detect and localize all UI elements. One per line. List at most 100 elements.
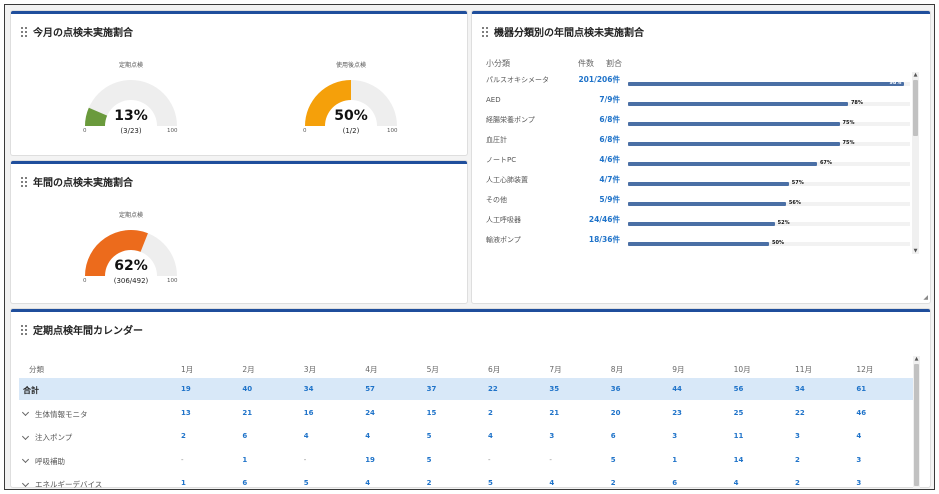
- scroll-up-icon[interactable]: ▲: [912, 72, 919, 78]
- calendar-cell[interactable]: 57: [365, 385, 375, 393]
- calendar-cell[interactable]: 20: [611, 409, 621, 417]
- scroll-up-icon[interactable]: ▲: [913, 356, 920, 362]
- scroll-thumb[interactable]: [913, 80, 918, 136]
- scroll-thumb[interactable]: [914, 364, 919, 486]
- calendar-cell[interactable]: 6: [611, 432, 616, 440]
- calendar-cell[interactable]: 6: [242, 432, 247, 440]
- calendar-cell[interactable]: 11: [734, 432, 744, 440]
- category-row[interactable]: 血圧計 6/8件 75%: [486, 132, 916, 152]
- calendar-row-label[interactable]: エネルギーデバイス: [21, 479, 102, 490]
- calendar-row-label[interactable]: 呼吸補助: [21, 455, 65, 467]
- calendar-cell[interactable]: 22: [488, 385, 498, 393]
- calendar-cell[interactable]: 5: [611, 456, 616, 464]
- calendar-cell[interactable]: 4: [856, 432, 861, 440]
- calendar-cell[interactable]: 56: [734, 385, 744, 393]
- category-count-link[interactable]: 4/6件: [558, 155, 620, 165]
- calendar-cell[interactable]: 1: [672, 456, 677, 464]
- calendar-cell[interactable]: 5: [488, 479, 493, 487]
- calendar-cell[interactable]: 14: [734, 456, 744, 464]
- category-count-link[interactable]: 5/9件: [558, 195, 620, 205]
- calendar-cell[interactable]: 22: [795, 409, 805, 417]
- calendar-cell[interactable]: 25: [734, 409, 744, 417]
- chevron-down-icon[interactable]: [21, 455, 30, 464]
- calendar-cell[interactable]: 4: [304, 432, 309, 440]
- calendar-row-label[interactable]: 注入ポンプ: [21, 432, 72, 443]
- category-row[interactable]: その他 5/9件 56%: [486, 192, 916, 212]
- calendar-cell[interactable]: 1: [242, 456, 247, 464]
- category-scrollbar[interactable]: ▲ ▼: [912, 72, 919, 254]
- calendar-cell[interactable]: 3: [672, 432, 677, 440]
- calendar-cell[interactable]: 46: [856, 409, 866, 417]
- calendar-cell[interactable]: 4: [365, 432, 370, 440]
- calendar-cell[interactable]: 2: [488, 409, 493, 417]
- category-count-link[interactable]: 7/9件: [558, 95, 620, 105]
- calendar-cell[interactable]: 6: [242, 479, 247, 487]
- category-row[interactable]: 輸液ポンプ 18/36件 50%: [486, 232, 916, 252]
- calendar-row-label[interactable]: 生体情報モニタ: [21, 408, 88, 420]
- category-count-link[interactable]: 201/206件: [558, 75, 620, 85]
- drag-handle-icon[interactable]: [21, 26, 27, 37]
- calendar-cell[interactable]: 44: [672, 385, 682, 393]
- drag-handle-icon[interactable]: [21, 176, 27, 187]
- category-row[interactable]: 人工心肺装置 4/7件 57%: [486, 172, 916, 192]
- category-count-link[interactable]: 6/8件: [558, 115, 620, 125]
- calendar-cell[interactable]: 19: [181, 385, 191, 393]
- calendar-cell[interactable]: 4: [734, 479, 739, 487]
- calendar-cell[interactable]: 2: [795, 479, 800, 487]
- category-row[interactable]: AED 7/9件 78%: [486, 92, 916, 112]
- calendar-cell[interactable]: 21: [549, 409, 559, 417]
- calendar-cell[interactable]: 34: [795, 385, 805, 393]
- calendar-cell[interactable]: 35: [549, 385, 559, 393]
- resize-handle-icon[interactable]: ◢: [923, 294, 928, 301]
- category-row[interactable]: 人工呼吸器 24/46件 52%: [486, 212, 916, 232]
- calendar-scrollbar[interactable]: ▲: [913, 356, 920, 488]
- category-row[interactable]: ノートPC 4/6件 67%: [486, 152, 916, 172]
- calendar-cell[interactable]: 1: [181, 479, 186, 487]
- calendar-cell[interactable]: 3: [856, 479, 861, 487]
- category-count-link[interactable]: 18/36件: [558, 235, 620, 245]
- category-count-link[interactable]: 4/7件: [558, 175, 620, 185]
- drag-handle-icon[interactable]: [482, 26, 488, 37]
- calendar-cell[interactable]: 36: [611, 385, 621, 393]
- calendar-cell[interactable]: 2: [181, 432, 186, 440]
- calendar-category-row[interactable]: 呼吸補助 - 1 - 19 5 - - 5 1 14 2 3: [19, 449, 915, 471]
- calendar-cell[interactable]: 2: [427, 479, 432, 487]
- category-count-link[interactable]: 24/46件: [558, 215, 620, 225]
- chevron-down-icon[interactable]: [21, 479, 30, 487]
- calendar-cell[interactable]: 4: [365, 479, 370, 487]
- calendar-cell[interactable]: 37: [427, 385, 437, 393]
- category-count-link[interactable]: 6/8件: [558, 135, 620, 145]
- calendar-cell[interactable]: 34: [304, 385, 314, 393]
- calendar-cell[interactable]: 2: [795, 456, 800, 464]
- calendar-cell[interactable]: 21: [242, 409, 252, 417]
- column-header-count[interactable]: 件数: [578, 58, 594, 69]
- scroll-down-icon[interactable]: ▼: [912, 248, 919, 254]
- calendar-cell[interactable]: 3: [856, 456, 861, 464]
- calendar-cell[interactable]: 19: [365, 456, 375, 464]
- calendar-category-row[interactable]: 注入ポンプ 2 6 4 4 5 4 3 6 3 11 3 4: [19, 425, 915, 447]
- calendar-cell[interactable]: 15: [427, 409, 437, 417]
- category-row[interactable]: 経腸栄養ポンプ 6/8件 75%: [486, 112, 916, 132]
- calendar-cell[interactable]: 3: [795, 432, 800, 440]
- column-header-ratio[interactable]: 割合: [606, 58, 622, 69]
- calendar-cell[interactable]: 3: [549, 432, 554, 440]
- calendar-cell[interactable]: 40: [242, 385, 252, 393]
- chevron-down-icon[interactable]: [21, 408, 30, 417]
- calendar-category-row[interactable]: 生体情報モニタ 13 21 16 24 15 2 21 20 23 25 22 46: [19, 402, 915, 424]
- column-header-subcategory[interactable]: 小分類: [486, 58, 510, 69]
- calendar-cell[interactable]: 5: [304, 479, 309, 487]
- calendar-cell[interactable]: 4: [549, 479, 554, 487]
- calendar-cell[interactable]: 13: [181, 409, 191, 417]
- calendar-cell[interactable]: 5: [427, 432, 432, 440]
- calendar-category-row[interactable]: エネルギーデバイス 1 6 5 4 2 5 4 2 6 4 2 3: [19, 472, 915, 494]
- calendar-cell[interactable]: 16: [304, 409, 314, 417]
- calendar-cell[interactable]: 61: [856, 385, 866, 393]
- calendar-cell[interactable]: 4: [488, 432, 493, 440]
- calendar-cell[interactable]: 2: [611, 479, 616, 487]
- category-row[interactable]: パルスオキシメータ 201/206件 98%: [486, 72, 916, 92]
- chevron-down-icon[interactable]: [21, 432, 30, 440]
- calendar-cell[interactable]: 23: [672, 409, 682, 417]
- calendar-cell[interactable]: 6: [672, 479, 677, 487]
- calendar-cell[interactable]: 5: [427, 456, 432, 464]
- calendar-cell[interactable]: 24: [365, 409, 375, 417]
